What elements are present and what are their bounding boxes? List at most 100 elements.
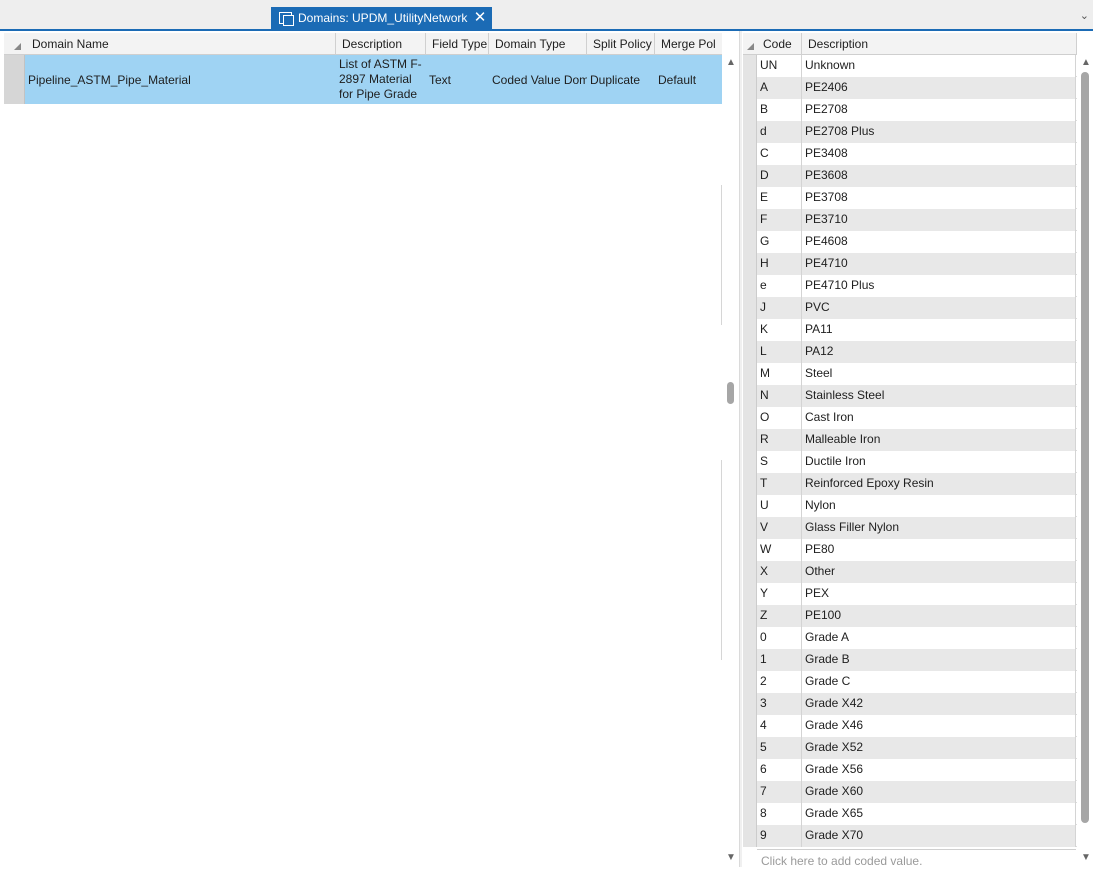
cell-code[interactable]: Z: [757, 605, 802, 627]
coded-value-row[interactable]: B PE2708: [743, 99, 1077, 121]
row-selector[interactable]: [743, 473, 757, 495]
cell-code[interactable]: G: [757, 231, 802, 253]
cell-code[interactable]: d: [757, 121, 802, 143]
cell-code[interactable]: 7: [757, 781, 802, 803]
coded-value-row[interactable]: 7 Grade X60: [743, 781, 1077, 803]
cell-code[interactable]: L: [757, 341, 802, 363]
row-selector[interactable]: [4, 55, 25, 104]
cell-field-type[interactable]: Text: [426, 55, 489, 104]
column-header-code[interactable]: Code: [757, 33, 802, 55]
cell-code[interactable]: V: [757, 517, 802, 539]
coded-value-row[interactable]: 8 Grade X65: [743, 803, 1077, 825]
coded-value-row[interactable]: K PA11: [743, 319, 1077, 341]
cell-coded-description[interactable]: Ductile Iron: [802, 451, 1076, 473]
cell-domain-name[interactable]: Pipeline_ASTM_Pipe_Material: [25, 55, 336, 104]
cell-merge-policy[interactable]: Default: [655, 55, 722, 104]
row-selector[interactable]: [743, 297, 757, 319]
coded-value-row[interactable]: T Reinforced Epoxy Resin: [743, 473, 1077, 495]
add-coded-value-row[interactable]: Click here to add coded value.: [757, 849, 1076, 871]
cell-code[interactable]: UN: [757, 55, 802, 77]
coded-value-row[interactable]: e PE4710 Plus: [743, 275, 1077, 297]
cell-coded-description[interactable]: Grade X42: [802, 693, 1076, 715]
cell-description[interactable]: List of ASTM F-2897 Material for Pipe Gr…: [336, 55, 426, 104]
scroll-up-icon[interactable]: ▲: [726, 57, 736, 68]
cell-domain-type[interactable]: Coded Value Dom: [489, 55, 587, 104]
row-selector[interactable]: [743, 231, 757, 253]
scroll-up-icon[interactable]: ▲: [1081, 57, 1091, 68]
row-selector[interactable]: [743, 385, 757, 407]
cell-code[interactable]: K: [757, 319, 802, 341]
cell-split-policy[interactable]: Duplicate: [587, 55, 655, 104]
column-header-field-type[interactable]: Field Type: [426, 33, 489, 55]
cell-coded-description[interactable]: PE3708: [802, 187, 1076, 209]
row-selector[interactable]: [743, 253, 757, 275]
coded-value-row[interactable]: F PE3710: [743, 209, 1077, 231]
cell-coded-description[interactable]: PE3408: [802, 143, 1076, 165]
cell-code[interactable]: F: [757, 209, 802, 231]
scroll-thumb[interactable]: [1081, 72, 1089, 823]
cell-coded-description[interactable]: Grade X70: [802, 825, 1076, 847]
coded-value-row[interactable]: 9 Grade X70: [743, 825, 1077, 847]
cell-code[interactable]: 0: [757, 627, 802, 649]
cell-code[interactable]: e: [757, 275, 802, 297]
cell-coded-description[interactable]: PE4710 Plus: [802, 275, 1076, 297]
row-selector[interactable]: [743, 275, 757, 297]
cell-coded-description[interactable]: PE100: [802, 605, 1076, 627]
coded-value-row[interactable]: Z PE100: [743, 605, 1077, 627]
row-selector[interactable]: [743, 187, 757, 209]
row-selector[interactable]: [743, 803, 757, 825]
cell-code[interactable]: W: [757, 539, 802, 561]
row-selector[interactable]: [743, 429, 757, 451]
coded-value-row[interactable]: U Nylon: [743, 495, 1077, 517]
cell-code[interactable]: U: [757, 495, 802, 517]
cell-coded-description[interactable]: PE2708 Plus: [802, 121, 1076, 143]
cell-coded-description[interactable]: PE2708: [802, 99, 1076, 121]
cell-coded-description[interactable]: Glass Filler Nylon: [802, 517, 1076, 539]
scroll-down-icon[interactable]: ▼: [1081, 852, 1091, 863]
cell-coded-description[interactable]: PE4608: [802, 231, 1076, 253]
cell-coded-description[interactable]: PE80: [802, 539, 1076, 561]
coded-value-row[interactable]: 3 Grade X42: [743, 693, 1077, 715]
cell-code[interactable]: C: [757, 143, 802, 165]
cell-coded-description[interactable]: Unknown: [802, 55, 1076, 77]
coded-value-row[interactable]: R Malleable Iron: [743, 429, 1077, 451]
cell-coded-description[interactable]: PE4710: [802, 253, 1076, 275]
coded-value-row[interactable]: N Stainless Steel: [743, 385, 1077, 407]
cell-code[interactable]: D: [757, 165, 802, 187]
column-header-domain-type[interactable]: Domain Type: [489, 33, 587, 55]
row-selector[interactable]: [743, 605, 757, 627]
coded-value-row[interactable]: 5 Grade X52: [743, 737, 1077, 759]
coded-value-row[interactable]: UN Unknown: [743, 55, 1077, 77]
coded-value-row[interactable]: S Ductile Iron: [743, 451, 1077, 473]
column-header-domain-name[interactable]: Domain Name: [26, 33, 336, 55]
row-selector[interactable]: [743, 737, 757, 759]
coded-value-row[interactable]: 1 Grade B: [743, 649, 1077, 671]
coded-value-row[interactable]: d PE2708 Plus: [743, 121, 1077, 143]
row-selector[interactable]: [743, 715, 757, 737]
cell-coded-description[interactable]: PE3710: [802, 209, 1076, 231]
coded-value-row[interactable]: L PA12: [743, 341, 1077, 363]
row-selector[interactable]: [743, 825, 757, 847]
cell-coded-description[interactable]: Grade X60: [802, 781, 1076, 803]
coded-value-row[interactable]: X Other: [743, 561, 1077, 583]
coded-value-row[interactable]: E PE3708: [743, 187, 1077, 209]
cell-coded-description[interactable]: Steel: [802, 363, 1076, 385]
row-selector[interactable]: [743, 539, 757, 561]
column-header-coded-description[interactable]: Description: [802, 33, 1077, 55]
table-row[interactable]: Pipeline_ASTM_Pipe_Material List of ASTM…: [4, 55, 722, 104]
column-header-split-policy[interactable]: Split Policy: [587, 33, 655, 55]
cell-coded-description[interactable]: PE3608: [802, 165, 1076, 187]
coded-value-row[interactable]: W PE80: [743, 539, 1077, 561]
scroll-thumb[interactable]: [727, 382, 734, 404]
cell-code[interactable]: 9: [757, 825, 802, 847]
cell-coded-description[interactable]: Grade B: [802, 649, 1076, 671]
cell-coded-description[interactable]: Grade A: [802, 627, 1076, 649]
cell-code[interactable]: A: [757, 77, 802, 99]
coded-value-row[interactable]: 2 Grade C: [743, 671, 1077, 693]
cell-code[interactable]: J: [757, 297, 802, 319]
cell-coded-description[interactable]: Grade X56: [802, 759, 1076, 781]
cell-coded-description[interactable]: PEX: [802, 583, 1076, 605]
row-selector[interactable]: [743, 55, 757, 77]
cell-coded-description[interactable]: PE2406: [802, 77, 1076, 99]
cell-coded-description[interactable]: Reinforced Epoxy Resin: [802, 473, 1076, 495]
